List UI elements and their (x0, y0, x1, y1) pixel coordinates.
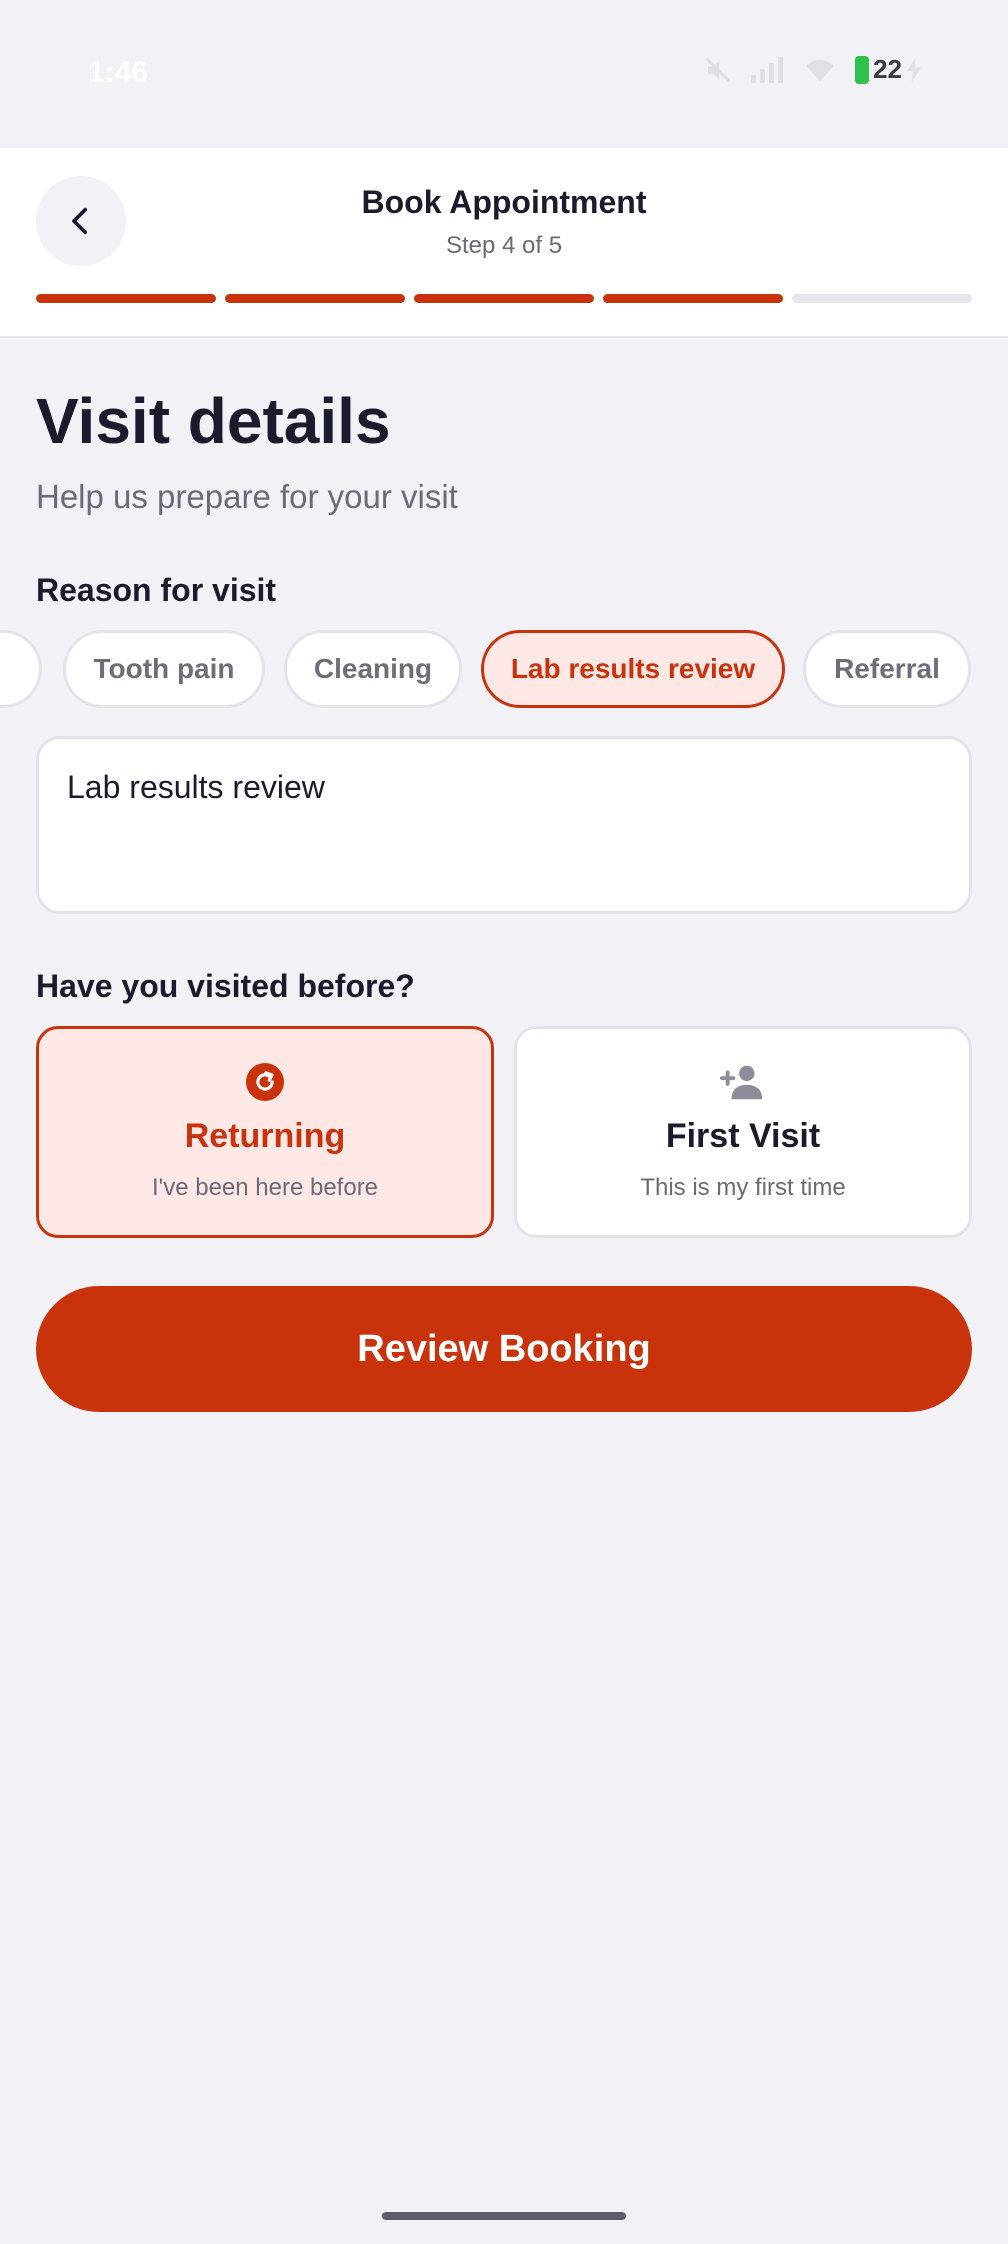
reason-chip-cleaning[interactable]: Cleaning (284, 630, 462, 708)
step-progress-bar (36, 294, 972, 303)
page-subtitle: Help us prepare for your visit (36, 478, 458, 515)
progress-segment-4 (603, 294, 783, 303)
refresh-icon (246, 1059, 284, 1105)
reason-chips[interactable]: Tooth pain Cleaning Lab results review R… (0, 630, 1008, 710)
charging-icon (906, 57, 922, 82)
wifi-icon (803, 56, 837, 84)
reason-chip-lab-results-review[interactable]: Lab results review (481, 630, 785, 708)
progress-segment-5 (792, 294, 972, 303)
status-time: 1:46 (88, 56, 149, 89)
signal-icon (751, 56, 785, 83)
home-indicator[interactable] (382, 2212, 626, 2220)
reason-chip-referral[interactable]: Referral (803, 630, 971, 708)
first-visit-description: This is my first time (640, 1174, 846, 1201)
visited-before-label: Have you visited before? (36, 968, 415, 1004)
progress-segment-3 (414, 294, 594, 303)
mute-icon (703, 55, 733, 85)
reason-chip-partial[interactable] (0, 630, 42, 708)
returning-description: I've been here before (151, 1174, 379, 1201)
header-title: Book Appointment (361, 184, 647, 220)
battery-level (855, 55, 870, 84)
visit-type-options: Returning I've been here before First Vi… (36, 1026, 972, 1238)
page-title: Visit details (36, 385, 391, 457)
progress-segment-1 (36, 294, 216, 303)
header: Book Appointment Step 4 of 5 (0, 148, 1008, 338)
status-bar: 1:46 22 (0, 0, 1008, 148)
progress-segment-2 (225, 294, 405, 303)
battery-percent: 22 (873, 54, 902, 84)
review-booking-button[interactable]: Review Booking (36, 1286, 972, 1412)
add-person-icon (720, 1059, 766, 1105)
reason-text-input[interactable]: Lab results review (36, 736, 972, 914)
returning-title: Returning (184, 1117, 346, 1155)
reason-label: Reason for visit (36, 572, 277, 608)
returning-option[interactable]: Returning I've been here before (36, 1026, 494, 1238)
reason-chip-tooth-pain[interactable]: Tooth pain (63, 630, 265, 708)
first-visit-option[interactable]: First Visit This is my first time (514, 1026, 972, 1238)
battery-icon: 22 (855, 54, 922, 85)
status-icons: 22 (703, 54, 922, 85)
step-indicator: Step 4 of 5 (445, 232, 563, 259)
first-visit-title: First Visit (665, 1117, 821, 1155)
visit-details-form: Visit details Help us prepare for your v… (0, 338, 972, 1412)
